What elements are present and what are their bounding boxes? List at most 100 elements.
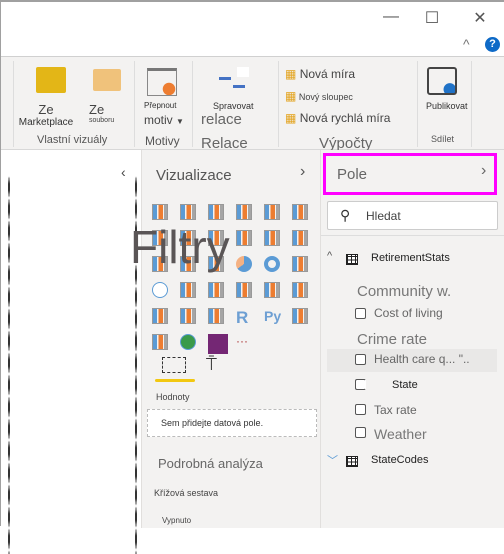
stacked-column-visual-icon[interactable] (180, 204, 196, 220)
more-visual-icon[interactable]: ··· (236, 334, 248, 348)
expand-table-icon[interactable]: ﹀ (327, 452, 338, 468)
stacked-bar-visual-icon[interactable] (152, 204, 168, 220)
new-quick-measure-button[interactable]: ▦ Nová rychlá míra (285, 111, 390, 125)
dropdown-icon: ▼ (176, 117, 184, 126)
minimize-button[interactable]: — (376, 8, 406, 28)
from-marketplace-button[interactable]: Ze Marketplace (16, 102, 76, 128)
expand-fields-icon[interactable]: › (481, 162, 486, 180)
smart-narrative-visual-icon[interactable] (152, 334, 168, 350)
label: Spravovat (213, 101, 254, 111)
label: Přepnout (144, 101, 177, 110)
fields-pane: Pole › ⚲ Hledat ^ RetirementStats Commun… (321, 150, 504, 528)
calculator-icon: ▦ (285, 67, 297, 81)
line-clustered-visual-icon[interactable] (264, 230, 280, 246)
from-file-button[interactable]: Ze souboru (89, 102, 129, 124)
scatter-visual-icon[interactable] (208, 256, 224, 272)
r-visual-visual-icon[interactable]: R (236, 308, 248, 328)
card-visual-icon[interactable] (236, 282, 252, 298)
gauge-visual-icon[interactable] (208, 282, 224, 298)
custom-visual-visual-icon[interactable] (208, 334, 228, 354)
pie-visual-icon[interactable] (236, 256, 252, 272)
field-checkbox[interactable] (355, 379, 366, 390)
100-stacked-bar-visual-icon[interactable] (264, 204, 280, 220)
cross-report-label: Křížová sestava (154, 488, 219, 498)
search-icon: ⚲ (340, 207, 351, 223)
new-measure-button[interactable]: ▦ Nová míra (285, 67, 355, 81)
collapse-ribbon-icon[interactable]: ^ (463, 36, 470, 52)
expand-viz-icon[interactable]: › (300, 163, 305, 181)
values-drop-zone[interactable]: Sem přidejte datová pole. (147, 409, 317, 437)
donut-visual-icon[interactable] (264, 256, 280, 272)
new-column-button[interactable]: ▦ Nový sloupec (285, 89, 353, 103)
active-tab-indicator (155, 379, 195, 382)
label: Ze (38, 102, 54, 117)
ribbon-visual-icon[interactable] (292, 230, 308, 246)
field-item[interactable]: Community w. (357, 283, 451, 300)
search-input[interactable]: ⚲ Hledat (327, 201, 498, 230)
clustered-column-visual-icon[interactable] (236, 204, 252, 220)
line-column-visual-icon[interactable] (236, 230, 252, 246)
waterfall-visual-icon[interactable] (152, 256, 168, 272)
arcgis-map-visual-icon[interactable] (180, 334, 196, 350)
field-item[interactable]: Tax rate (374, 403, 417, 417)
slicer-visual-icon[interactable] (152, 308, 168, 324)
field-checkbox[interactable] (355, 308, 366, 319)
manage-relationships-icon (219, 67, 249, 95)
clustered-bar-visual-icon[interactable] (208, 204, 224, 220)
100-stacked-column-visual-icon[interactable] (292, 204, 308, 220)
table-visual-icon[interactable] (180, 308, 196, 324)
folder-icon (93, 69, 121, 91)
report-canvas[interactable]: ‹ (1, 150, 141, 554)
multi-row-card-visual-icon[interactable] (264, 282, 280, 298)
publish-button[interactable]: Publikovat (426, 101, 468, 111)
group-label: Vlastní vizuály (37, 134, 108, 146)
funnel-visual-icon[interactable] (180, 256, 196, 272)
field-item[interactable]: Cost of living (374, 306, 443, 320)
group-label: Motivy (145, 134, 180, 148)
line-visual-icon[interactable] (152, 230, 168, 246)
treemap-visual-icon[interactable] (292, 256, 308, 272)
kpi-visual-icon[interactable] (292, 282, 308, 298)
format-paint-roller-icon[interactable]: ⍑ (206, 354, 217, 375)
fields-tab-icon[interactable] (162, 357, 186, 373)
marketplace-icon (36, 67, 66, 93)
close-button[interactable]: ✕ (465, 8, 495, 28)
table-retirementstats[interactable]: RetirementStats (371, 252, 450, 264)
label: motiv (144, 113, 173, 127)
label: Ze (89, 102, 105, 117)
matrix-visual-icon[interactable] (208, 308, 224, 324)
ribbon: Ze Marketplace Ze souboru Vlastní vizuál… (1, 57, 504, 152)
field-item[interactable]: Crime rate (357, 331, 427, 348)
field-item[interactable]: Health care q... ".. (374, 352, 470, 366)
key-influencers-visual-icon[interactable] (292, 308, 308, 324)
label: Nová míra (299, 67, 356, 81)
theme-icon (147, 68, 177, 96)
field-checkbox[interactable] (355, 427, 366, 438)
manage-relationships-button[interactable]: Spravovat relace (201, 101, 254, 128)
label: Nový sloupec (298, 92, 353, 102)
cross-report-toggle[interactable]: Vypnuto (162, 516, 191, 525)
filled-map-visual-icon[interactable] (180, 282, 196, 298)
drillthrough-header: Podrobná analýza (158, 456, 263, 471)
visualizations-pane: Vizualizace › R Py ··· Filtry ⍑ Hodnoty Se… (130, 150, 321, 528)
field-item[interactable]: State (392, 379, 418, 391)
area-visual-icon[interactable] (180, 230, 196, 246)
pane-title: Vizualizace (156, 167, 232, 184)
field-checkbox[interactable] (355, 404, 366, 415)
column-icon: ▦ (285, 89, 297, 103)
table-icon (346, 254, 358, 265)
group-label: Sdílet (431, 134, 455, 144)
publish-icon (427, 67, 457, 95)
map-visual-icon[interactable] (152, 282, 168, 298)
field-checkbox[interactable] (355, 354, 366, 365)
switch-theme-button[interactable]: Přepnout motiv ▼ (144, 101, 184, 127)
values-label: Hodnoty (156, 392, 190, 402)
collapse-filters-icon[interactable]: ‹ (121, 164, 126, 180)
field-item[interactable]: Weather (374, 426, 427, 442)
maximize-button[interactable]: ☐ (417, 8, 447, 28)
python-visual-visual-icon[interactable]: Py (264, 308, 281, 324)
table-statecodes[interactable]: StateCodes (371, 454, 428, 466)
stacked-area-visual-icon[interactable] (208, 230, 224, 246)
collapse-table-icon[interactable]: ^ (327, 250, 332, 262)
help-icon[interactable]: ? (485, 37, 500, 52)
